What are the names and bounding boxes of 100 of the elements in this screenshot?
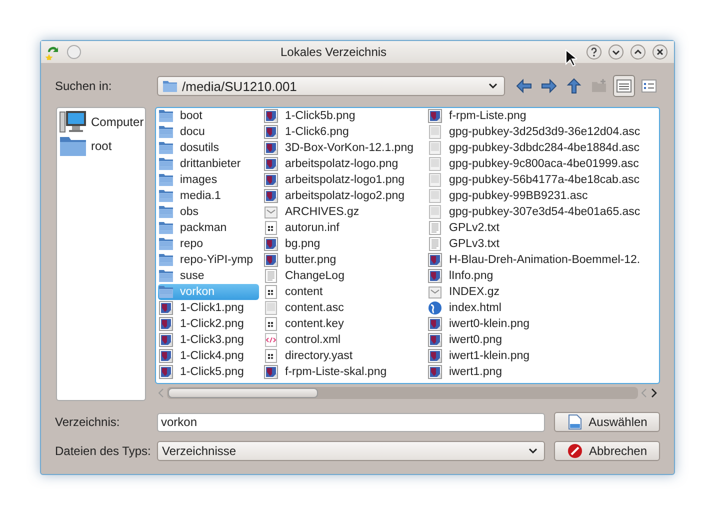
- file-item[interactable]: gpg-pubkey-99BB9231.asc: [427, 188, 659, 204]
- select-button[interactable]: Auswählen: [554, 412, 660, 432]
- file-item[interactable]: gpg-pubkey-3dbdc284-4be1884d.asc: [427, 140, 659, 156]
- folder-icon: [158, 284, 174, 300]
- file-item[interactable]: ARCHIVES.gz: [263, 204, 427, 220]
- image-file-icon: [158, 348, 174, 364]
- places-item[interactable]: Computer: [59, 110, 143, 134]
- config-file-icon: [263, 284, 279, 300]
- directory-label: Verzeichnis:: [55, 415, 121, 429]
- help-icon[interactable]: [586, 44, 602, 60]
- file-item[interactable]: f-rpm-Liste.png: [427, 108, 659, 124]
- image-file-icon: [263, 188, 279, 204]
- file-item[interactable]: content: [263, 284, 427, 300]
- file-item[interactable]: repo-YiPI-ymp: [158, 252, 263, 268]
- window-title: Lokales Verzeichnis: [280, 45, 387, 59]
- file-item[interactable]: docu: [158, 124, 263, 140]
- config-file-icon: [263, 316, 279, 332]
- file-item[interactable]: drittanbieter: [158, 156, 263, 172]
- file-item[interactable]: gpg-pubkey-3d25d3d9-36e12d04.asc: [427, 124, 659, 140]
- file-item[interactable]: iwert0-klein.png: [427, 316, 659, 332]
- file-item[interactable]: gpg-pubkey-307e3d54-4be01a65.asc: [427, 204, 659, 220]
- file-item[interactable]: repo: [158, 236, 263, 252]
- document-icon: [566, 414, 583, 430]
- computer-icon: [59, 110, 87, 134]
- file-item[interactable]: directory.yast: [263, 348, 427, 364]
- file-item[interactable]: arbeitspolatz-logo.png: [263, 156, 427, 172]
- file-item[interactable]: suse: [158, 268, 263, 284]
- detail-view-button[interactable]: [613, 75, 635, 97]
- file-item[interactable]: arbeitspolatz-logo2.png: [263, 188, 427, 204]
- maximize-icon[interactable]: [630, 44, 646, 60]
- document-file-icon: [427, 156, 443, 172]
- file-item[interactable]: 3D-Box-VorKon-12.1.png: [263, 140, 427, 156]
- scrollbar-thumb[interactable]: [168, 388, 318, 398]
- image-file-icon: [427, 268, 443, 284]
- close-icon[interactable]: [652, 44, 668, 60]
- file-item[interactable]: GPLv2.txt: [427, 220, 659, 236]
- document-file-icon: [427, 140, 443, 156]
- file-item[interactable]: iwert1.png: [427, 364, 659, 380]
- image-file-icon: [158, 316, 174, 332]
- file-item[interactable]: 1-Click3.png: [158, 332, 263, 348]
- text-file-icon: [427, 220, 443, 236]
- file-item[interactable]: H-Blau-Dreh-Animation-Boemmel-12.: [427, 252, 659, 268]
- file-item[interactable]: 1-Click4.png: [158, 348, 263, 364]
- file-type-label: Dateien des Typs:: [55, 444, 152, 458]
- file-item[interactable]: 1-Click1.png: [158, 300, 263, 316]
- folder-icon: [158, 220, 174, 236]
- location-dropdown[interactable]: /media/SU1210.001: [157, 76, 505, 96]
- document-file-icon: [427, 188, 443, 204]
- file-item[interactable]: index.html: [427, 300, 659, 316]
- file-item[interactable]: ChangeLog: [263, 268, 427, 284]
- file-item[interactable]: bg.png: [263, 236, 427, 252]
- caret-icon: [488, 81, 498, 91]
- directory-input-field[interactable]: vorkon: [157, 412, 545, 432]
- file-item[interactable]: media.1: [158, 188, 263, 204]
- look-in-label: Suchen in:: [55, 79, 113, 93]
- folder-icon: [158, 172, 174, 188]
- folder-icon: [158, 156, 174, 172]
- archive-file-icon: [263, 204, 279, 220]
- folder-icon: [158, 108, 174, 124]
- folder-icon: [158, 188, 174, 204]
- file-item[interactable]: 1-Click5b.png: [263, 108, 427, 124]
- file-item[interactable]: images: [158, 172, 263, 188]
- file-item[interactable]: 1-Click6.png: [263, 124, 427, 140]
- file-item[interactable]: gpg-pubkey-9c800aca-4be01999.asc: [427, 156, 659, 172]
- file-item[interactable]: packman: [158, 220, 263, 236]
- file-item[interactable]: GPLv3.txt: [427, 236, 659, 252]
- scroll-right-icon[interactable]: [650, 388, 658, 398]
- file-type-dropdown[interactable]: Verzeichnisse: [157, 441, 545, 461]
- file-item[interactable]: obs: [158, 204, 263, 220]
- file-item[interactable]: gpg-pubkey-56b4177a-4be18cab.asc: [427, 172, 659, 188]
- cancel-button[interactable]: Abbrechen: [554, 441, 660, 461]
- file-item[interactable]: 1-Click5.png: [158, 364, 263, 380]
- image-file-icon: [263, 140, 279, 156]
- file-item[interactable]: autorun.inf: [263, 220, 427, 236]
- file-item[interactable]: content.key: [263, 316, 427, 332]
- image-file-icon: [427, 316, 443, 332]
- image-file-icon: [158, 364, 174, 380]
- file-item[interactable]: arbeitspolatz-logo1.png: [263, 172, 427, 188]
- image-file-icon: [263, 236, 279, 252]
- file-item[interactable]: dosutils: [158, 140, 263, 156]
- caret-icon: [528, 446, 538, 456]
- places-item[interactable]: root: [59, 134, 143, 158]
- file-item[interactable]: content.asc: [263, 300, 427, 316]
- file-item[interactable]: boot: [158, 108, 263, 124]
- image-file-icon: [427, 348, 443, 364]
- file-item[interactable]: lInfo.png: [427, 268, 659, 284]
- file-item[interactable]: butter.png: [263, 252, 427, 268]
- image-file-icon: [427, 332, 443, 348]
- folder-icon: [158, 124, 174, 140]
- document-file-icon: [427, 124, 443, 140]
- file-item[interactable]: 1-Click2.png: [158, 316, 263, 332]
- minimize-icon[interactable]: [608, 44, 624, 60]
- file-item[interactable]: control.xml: [263, 332, 427, 348]
- file-item[interactable]: f-rpm-Liste-skal.png: [263, 364, 427, 380]
- mouse-pointer-icon: [565, 49, 577, 67]
- image-file-icon: [263, 124, 279, 140]
- file-item[interactable]: INDEX.gz: [427, 284, 659, 300]
- file-item[interactable]: iwert1-klein.png: [427, 348, 659, 364]
- folder-icon: [59, 134, 87, 158]
- file-item[interactable]: iwert0.png: [427, 332, 659, 348]
